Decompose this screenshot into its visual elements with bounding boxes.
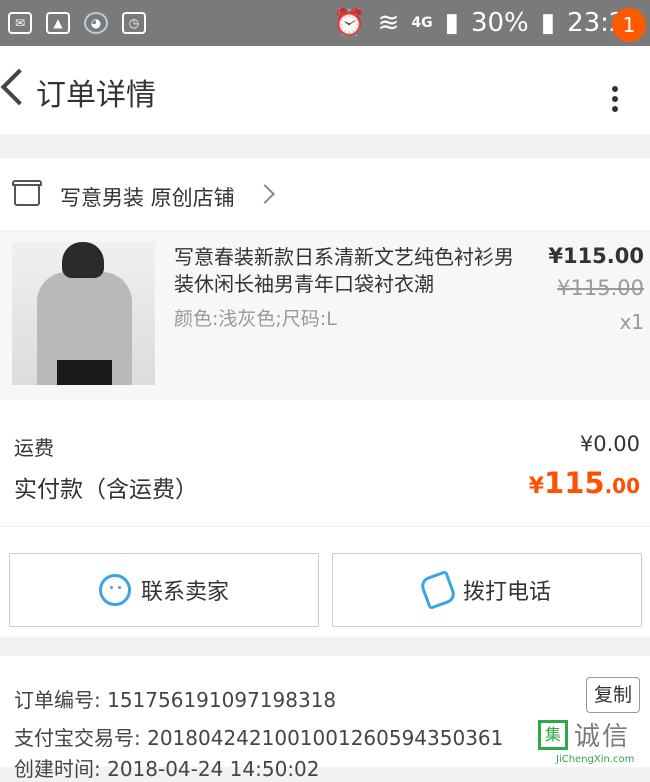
phone-icon bbox=[418, 569, 458, 611]
watermark-url: JiChengXin.com bbox=[556, 754, 635, 765]
page-title: 订单详情 bbox=[36, 78, 156, 113]
chevron-right-icon bbox=[255, 184, 275, 204]
notification-badge: 1 bbox=[612, 8, 646, 42]
battery-percent: 30% bbox=[470, 8, 529, 38]
product-title: 写意春装新款日系清新文艺纯色衬衫男装休闲长袖男青年口袋衬衣潮 bbox=[174, 245, 514, 296]
network-type: 4G bbox=[411, 15, 433, 31]
product-quantity: x1 bbox=[619, 310, 644, 334]
shop-name: 写意男装 原创店铺 bbox=[60, 186, 235, 210]
battery-icon: ▮ bbox=[540, 8, 556, 38]
status-bar: ✉ ▲ ◕ ◷ ⏰ ≋ 4G ▮ 30% ▮ 23:20 bbox=[0, 0, 650, 46]
signal-icon: ▮ bbox=[444, 8, 459, 38]
product-image bbox=[12, 242, 155, 385]
store-icon bbox=[12, 180, 42, 206]
order-number: 订单编号: 151756191097198318 bbox=[14, 688, 337, 712]
contact-seller-button[interactable]: 联系卖家 bbox=[9, 553, 319, 627]
alarm-icon: ⏰ bbox=[333, 8, 366, 38]
contact-seller-label: 联系卖家 bbox=[140, 580, 229, 605]
created-time: 创建时间: 2018-04-24 14:50:02 bbox=[14, 757, 320, 781]
product-item[interactable]: 写意春装新款日系清新文艺纯色衬衫男装休闲长袖男青年口袋衬衣潮 颜色:浅灰色;尺码… bbox=[0, 232, 650, 400]
total-decimal: .00 bbox=[604, 474, 640, 498]
product-spec: 颜色:浅灰色;尺码:L bbox=[174, 308, 337, 330]
product-original-price: ¥115.00 bbox=[557, 276, 644, 300]
action-buttons: 联系卖家 拨打电话 bbox=[0, 527, 650, 637]
chat-icon bbox=[98, 574, 131, 606]
product-price: ¥115.00 bbox=[548, 244, 644, 268]
alipay-transaction-number: 支付宝交易号: 2018042421001001260594350361 bbox=[14, 726, 504, 750]
fees-section: 运费 ¥0.00 实付款（含运费） ¥115.00 bbox=[0, 400, 650, 526]
copy-button[interactable]: 复制 bbox=[586, 677, 640, 713]
call-button[interactable]: 拨打电话 bbox=[332, 553, 642, 627]
total-integer: 115 bbox=[544, 466, 605, 500]
watermark-logo: 集 诚信 JiChengXin.com bbox=[534, 716, 650, 767]
watermark-text: 诚信 bbox=[574, 722, 631, 752]
shipping-label: 运费 bbox=[14, 436, 54, 460]
wifi-icon: ≋ bbox=[377, 8, 400, 38]
qq-icon: ◕ bbox=[84, 12, 108, 34]
notification-icon: ✉ bbox=[8, 12, 32, 34]
total-label: 实付款（含运费） bbox=[14, 477, 198, 503]
top-bar: 订单详情 bbox=[0, 46, 650, 134]
watermark-box: 集 bbox=[538, 720, 568, 750]
shop-row[interactable]: 写意男装 原创店铺 bbox=[0, 158, 650, 230]
gallery-icon: ▲ bbox=[46, 12, 70, 34]
total-currency: ¥ bbox=[528, 474, 545, 499]
timer-icon: ◷ bbox=[122, 12, 146, 34]
total-amount: ¥115.00 bbox=[529, 466, 640, 500]
back-arrow-icon[interactable] bbox=[0, 68, 38, 106]
call-label: 拨打电话 bbox=[462, 580, 551, 605]
shipping-value: ¥0.00 bbox=[579, 432, 640, 456]
more-menu-icon[interactable] bbox=[612, 86, 620, 116]
